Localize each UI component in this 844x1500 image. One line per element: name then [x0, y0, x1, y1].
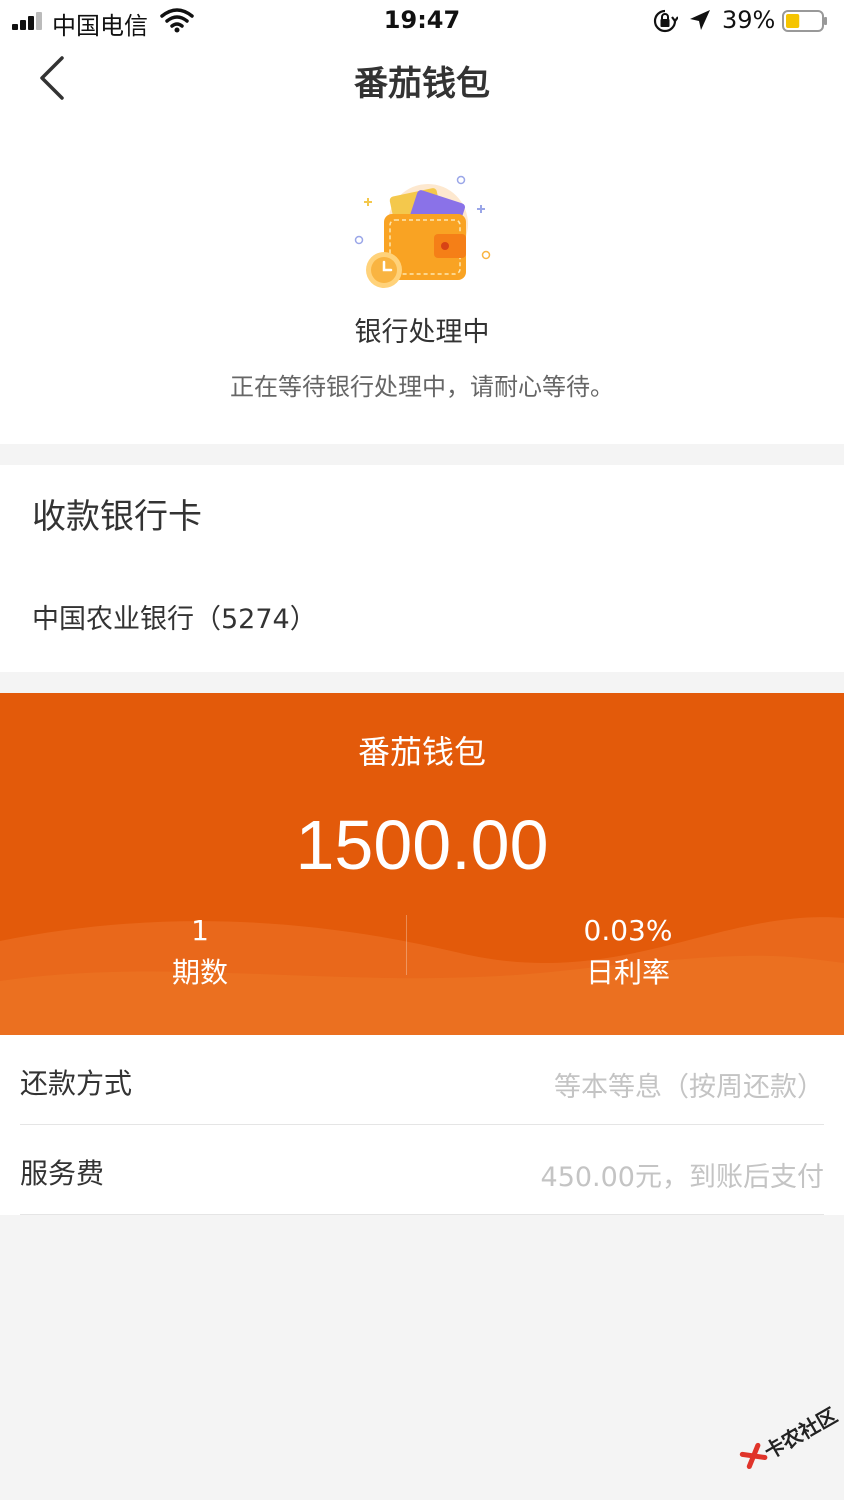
- rotation-lock-icon: [653, 9, 678, 33]
- loan-product-title: 番茄钱包: [357, 733, 486, 771]
- repayment-method-row: 还款方式 等本等息（按周还款）: [20, 1035, 824, 1125]
- rate-label: 日利率: [585, 956, 670, 989]
- loan-amount: 1500.00: [295, 806, 549, 884]
- bank-card-value: 中国农业银行（5274）: [32, 604, 317, 635]
- status-time: 19:47: [383, 6, 461, 34]
- nav-bar: 番茄钱包: [0, 44, 844, 110]
- rate-value: 0.03%: [583, 914, 673, 947]
- stat-divider: [406, 915, 407, 975]
- periods-stat: 1 期数: [50, 911, 350, 995]
- battery-icon: [782, 10, 827, 32]
- status-description: 正在等待银行处理中，请耐心等待。: [230, 373, 614, 401]
- loan-details: 还款方式 等本等息（按周还款） 服务费 450.00元，到账后支付: [0, 1035, 844, 1215]
- page-title: 番茄钱包: [354, 64, 490, 104]
- repayment-method-value: 等本等息（按周还款）: [554, 1072, 824, 1103]
- battery-percent: 39%: [722, 6, 776, 34]
- loan-summary-panel: 番茄钱包 1500.00 1 期数 0.03% 日利率: [0, 693, 844, 1035]
- card-section-heading: 收款银行卡: [32, 497, 202, 537]
- watermark-text: 卡农社区: [759, 1403, 842, 1464]
- watermark: 卡农社区: [729, 1388, 844, 1499]
- rate-stat: 0.03% 日利率: [478, 911, 778, 995]
- processing-status-section: 银行处理中 正在等待银行处理中，请耐心等待。: [0, 110, 844, 444]
- status-bar: 中国电信 19:47 39%: [0, 0, 844, 44]
- wallet-clock-illustration: [354, 175, 491, 288]
- status-title: 银行处理中: [354, 317, 490, 348]
- service-fee-value: 450.00元，到账后支付: [540, 1162, 824, 1193]
- periods-value: 1: [191, 914, 209, 947]
- periods-label: 期数: [171, 956, 228, 989]
- repayment-method-label: 还款方式: [20, 1067, 133, 1100]
- service-fee-row: 服务费 450.00元，到账后支付: [20, 1125, 824, 1215]
- receiving-card-section: 收款银行卡 中国农业银行（5274）: [0, 465, 844, 672]
- service-fee-label: 服务费: [20, 1157, 105, 1190]
- location-arrow-icon: [690, 10, 710, 30]
